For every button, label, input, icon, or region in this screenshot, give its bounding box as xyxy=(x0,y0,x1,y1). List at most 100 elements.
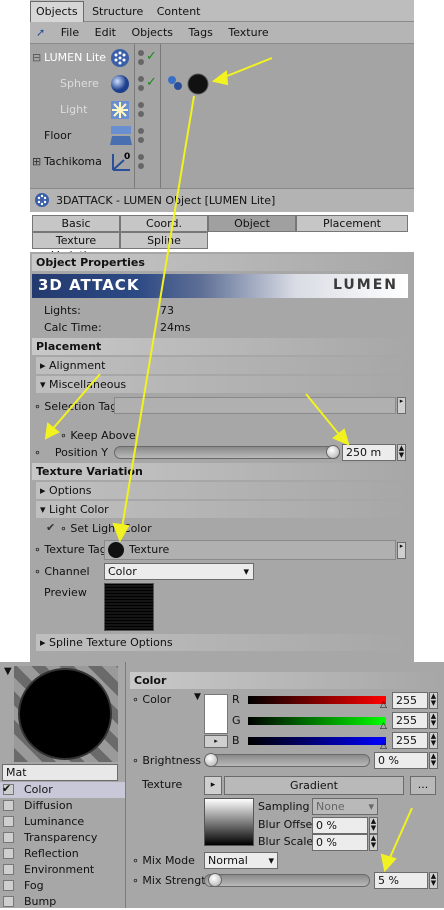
group-miscellaneous[interactable]: ▾ Miscellaneous xyxy=(36,376,408,393)
menu-arrow-icon[interactable]: ▼ xyxy=(4,666,12,677)
r-field[interactable]: 255 xyxy=(392,692,428,709)
stepper-icon[interactable]: ▲ ▼ xyxy=(429,712,438,729)
blur-offset-field[interactable]: 0 % xyxy=(312,817,368,834)
stepper-icon[interactable]: ▲ ▼ xyxy=(397,444,406,461)
channel-item[interactable]: Reflection xyxy=(0,846,125,862)
slider-knob[interactable] xyxy=(204,753,218,767)
check-icon[interactable]: ✔ xyxy=(46,428,55,441)
group-label: Miscellaneous xyxy=(49,378,127,391)
material-name[interactable]: Mat xyxy=(2,764,118,781)
selection-tag-field[interactable] xyxy=(114,397,396,414)
render-dot[interactable] xyxy=(138,163,144,169)
tab-spline[interactable]: Spline xyxy=(120,232,208,249)
b-field[interactable]: 255 xyxy=(392,732,428,749)
arrow-right-icon[interactable]: ▸ xyxy=(204,776,222,795)
channel-item[interactable]: Luminance xyxy=(0,814,125,830)
list-item[interactable]: Floor xyxy=(30,124,414,148)
visibility-dot[interactable] xyxy=(138,128,144,134)
tab-coord[interactable]: Coord. xyxy=(120,215,208,232)
channel-item[interactable]: Diffusion xyxy=(0,798,125,814)
stepper-icon[interactable]: ▲ ▼ xyxy=(429,732,438,749)
stepper-icon[interactable]: ▲ ▼ xyxy=(429,752,438,769)
cursor-icon[interactable]: ➚ xyxy=(30,22,51,43)
collapse-icon[interactable]: ⊟ xyxy=(32,51,41,64)
expand-arrow-icon[interactable]: ▸ xyxy=(204,735,228,748)
channel-item[interactable]: ✔ Color xyxy=(0,782,125,798)
texture-button[interactable]: Gradient xyxy=(224,776,404,795)
menu-file[interactable]: File xyxy=(55,22,85,43)
group-label: Options xyxy=(49,484,92,497)
check-icon[interactable]: ✓ xyxy=(146,49,157,64)
visibility-dot[interactable] xyxy=(138,154,144,160)
checkbox[interactable] xyxy=(3,880,14,891)
visibility-dot[interactable] xyxy=(138,50,144,56)
texture-browse-button[interactable]: ... xyxy=(410,776,436,795)
checkbox[interactable] xyxy=(3,816,14,827)
stepper-icon[interactable]: ▲ ▼ xyxy=(369,817,378,834)
brightness-field[interactable]: 0 % xyxy=(374,752,428,769)
checkbox[interactable] xyxy=(3,832,14,843)
arrow-right-icon[interactable]: ▸ xyxy=(397,397,406,414)
stepper-icon[interactable]: ▲ ▼ xyxy=(429,692,438,709)
render-dot[interactable] xyxy=(138,137,144,143)
position-y-slider[interactable] xyxy=(114,446,340,459)
tab-texture-variation[interactable]: Texture Variation xyxy=(32,232,120,262)
menu-tags[interactable]: Tags xyxy=(183,22,219,43)
checkbox[interactable] xyxy=(3,800,14,811)
list-item[interactable]: Sphere ✓ xyxy=(30,72,414,96)
group-options[interactable]: ▸ Options xyxy=(36,482,408,499)
phong-tag-icon[interactable] xyxy=(166,74,184,92)
tab-object[interactable]: Object xyxy=(208,215,296,232)
group-alignment[interactable]: ▸ Alignment xyxy=(36,357,408,374)
visibility-dot[interactable] xyxy=(138,76,144,82)
r-slider[interactable] xyxy=(248,696,386,704)
slider-knob[interactable] xyxy=(326,445,340,459)
group-spline-texture-options[interactable]: ▸ Spline Texture Options xyxy=(36,634,408,651)
list-item[interactable]: ⊟ LUMEN Lite ✓ xyxy=(30,46,414,70)
stepper-icon[interactable]: ▲ ▼ xyxy=(429,872,438,889)
list-item[interactable]: ⊞ Tachikoma 0 xyxy=(30,150,414,174)
expand-icon[interactable]: ⊞ xyxy=(32,155,41,168)
channel-select[interactable]: Color ▾ xyxy=(104,563,254,580)
stepper-icon[interactable]: ▲ ▼ xyxy=(369,834,378,851)
visibility-dot[interactable] xyxy=(138,102,144,108)
tab-structure[interactable]: Structure xyxy=(87,2,148,23)
list-item[interactable]: Light xyxy=(30,98,414,122)
checkbox[interactable] xyxy=(3,848,14,859)
tab-basic[interactable]: Basic xyxy=(32,215,120,232)
channel-item[interactable]: Fog xyxy=(0,878,125,894)
brightness-slider[interactable] xyxy=(204,754,370,767)
checkbox[interactable] xyxy=(3,896,14,907)
render-dot[interactable] xyxy=(138,111,144,117)
arrow-right-icon[interactable]: ▸ xyxy=(397,542,406,559)
blur-scale-field[interactable]: 0 % xyxy=(312,834,368,851)
tab-objects[interactable]: Objects xyxy=(30,1,84,22)
group-light-color[interactable]: ▾ Light Color xyxy=(36,501,408,518)
render-dot[interactable] xyxy=(138,85,144,91)
channel-item[interactable]: Environment xyxy=(0,862,125,878)
menu-edit[interactable]: Edit xyxy=(89,22,122,43)
tab-placement[interactable]: Placement xyxy=(296,215,408,232)
menu-arrow-icon[interactable]: ▼ xyxy=(194,692,201,702)
render-dot[interactable] xyxy=(138,59,144,65)
position-y-field[interactable]: 250 m xyxy=(342,444,396,461)
checkbox[interactable] xyxy=(3,864,14,875)
g-field[interactable]: 255 xyxy=(392,712,428,729)
texture-tag-field[interactable]: Texture xyxy=(104,540,396,560)
tab-content[interactable]: Content xyxy=(152,2,206,23)
mix-strength-slider[interactable] xyxy=(204,874,370,887)
color-swatch[interactable] xyxy=(204,694,228,734)
mix-strength-field[interactable]: 5 % xyxy=(374,872,428,889)
texture-tag-icon[interactable] xyxy=(186,72,210,96)
check-icon[interactable]: ✓ xyxy=(146,75,157,90)
mix-mode-select[interactable]: Normal ▾ xyxy=(204,852,278,869)
menu-texture[interactable]: Texture xyxy=(222,22,274,43)
channel-item[interactable]: Transparency xyxy=(0,830,125,846)
sampling-select[interactable]: None ▾ xyxy=(312,798,378,815)
g-slider[interactable] xyxy=(248,717,386,725)
check-icon[interactable]: ✔ xyxy=(46,521,55,534)
b-slider[interactable] xyxy=(248,737,386,745)
menu-objects[interactable]: Objects xyxy=(125,22,179,43)
group-label: Light Color xyxy=(49,503,109,516)
slider-knob[interactable] xyxy=(208,873,222,887)
